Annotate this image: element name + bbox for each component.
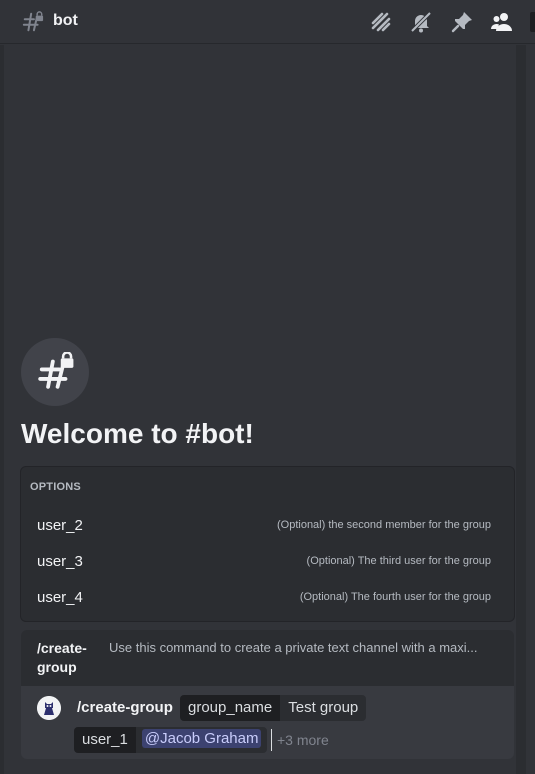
command-description: Use this command to create a private tex… (109, 640, 478, 655)
channel-header: bot (0, 0, 535, 44)
option-user-4[interactable]: user_4 (Optional) The fourth user for th… (21, 579, 514, 615)
private-channel-hash-icon (22, 11, 44, 32)
options-popup: OPTIONS user_2 (Optional) the second mem… (20, 466, 515, 622)
pin-icon[interactable] (450, 10, 474, 34)
option-user-3[interactable]: user_3 (Optional) The third user for the… (21, 543, 514, 579)
scrollbar-track[interactable] (516, 45, 526, 774)
member-list-icon[interactable] (490, 10, 514, 34)
option-key: user_1 (74, 727, 136, 753)
channel-name: bot (53, 12, 78, 29)
command-composer: /create- group Use this command to creat… (21, 630, 514, 759)
options-header: OPTIONS (30, 481, 81, 493)
more-options-indicator[interactable]: +3 more (277, 732, 329, 748)
search-bar-edge[interactable] (530, 12, 535, 32)
command-name: /create- group (37, 640, 87, 675)
input-command[interactable]: /create-group (77, 699, 173, 716)
channel-welcome-icon (21, 338, 89, 406)
private-channel-hash-icon (38, 352, 74, 389)
text-cursor (271, 729, 272, 751)
user-mention[interactable]: @Jacob Graham (141, 729, 262, 748)
option-value[interactable]: Test group (280, 695, 367, 721)
option-value[interactable]: @Jacob Graham (135, 727, 268, 753)
option-chip-user-1[interactable]: user_1 @Jacob Graham (74, 727, 268, 753)
option-description: (Optional) The fourth user for the group (299, 591, 491, 603)
option-description: (Optional) the second member for the gro… (276, 519, 491, 531)
option-key: group_name (180, 695, 281, 721)
option-name: user_3 (37, 552, 83, 570)
welcome-title: Welcome to #bot! (21, 418, 254, 449)
option-description: (Optional) The third user for the group (306, 555, 491, 567)
bot-avatar-icon (37, 696, 61, 720)
mute-notifications-icon[interactable] (409, 10, 433, 34)
option-name: user_4 (37, 588, 83, 606)
message-list (4, 45, 516, 465)
option-name: user_2 (37, 516, 83, 534)
threads-icon[interactable] (369, 10, 393, 34)
option-chip-group-name[interactable]: group_name Test group (180, 695, 367, 721)
option-user-2[interactable]: user_2 (Optional) the second member for … (21, 507, 514, 543)
command-suggestion[interactable]: /create- group Use this command to creat… (21, 630, 514, 686)
